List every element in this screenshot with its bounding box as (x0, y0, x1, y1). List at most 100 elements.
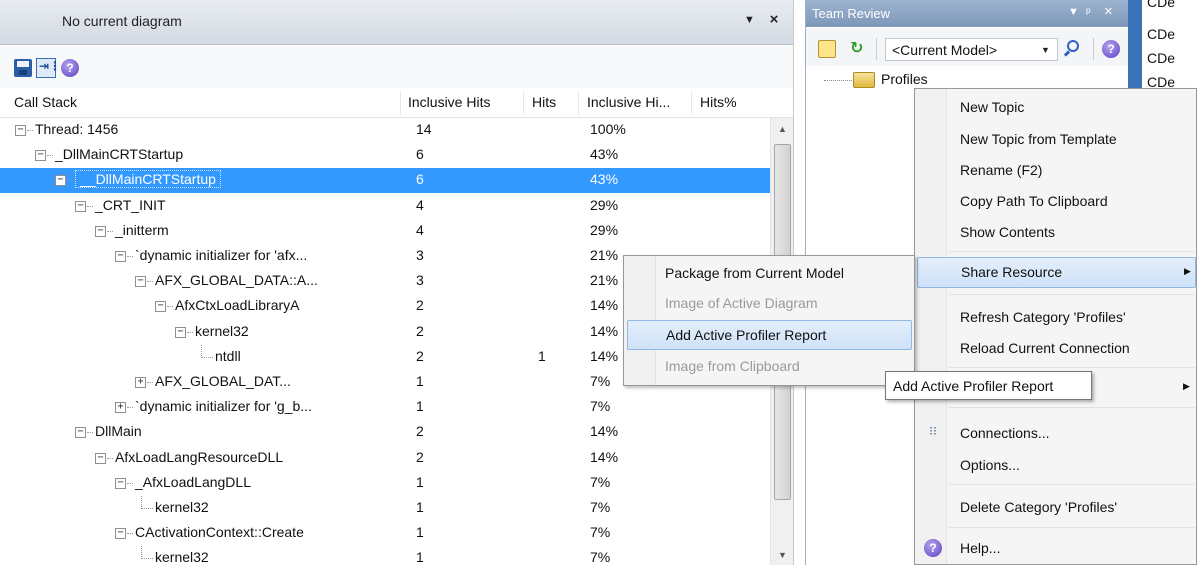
save-button[interactable] (13, 58, 33, 78)
table-row[interactable]: kernel32 1 7% (0, 546, 770, 565)
menu-item-options[interactable]: Options... (917, 451, 1196, 479)
menu-item-copy-path[interactable]: Copy Path To Clipboard (917, 187, 1196, 215)
table-row[interactable]: − Thread: 1456 14 100% (0, 118, 770, 143)
tree-connector (201, 344, 213, 358)
column-divider[interactable] (523, 91, 524, 115)
table-row[interactable]: − _CRT_INIT 4 29% (0, 194, 770, 219)
menu-item-rename[interactable]: Rename (F2) (917, 156, 1196, 184)
panel-menu-dropdown-icon[interactable]: ▼ (744, 14, 758, 28)
column-header-inclusive-hits-pct[interactable]: Inclusive Hi... (587, 94, 670, 110)
pin-icon[interactable]: ᵖ (1086, 5, 1091, 19)
menu-separator (949, 527, 1195, 528)
inclusive-hits-cell: 1 (416, 499, 424, 515)
inclusive-hits-cell: 1 (416, 398, 424, 415)
team-review-title: Team Review (812, 6, 891, 21)
menu-item-share-resource[interactable]: Share Resource ▶ (917, 257, 1196, 288)
table-row[interactable]: − _DllMainCRTStartup 6 43% (0, 143, 770, 168)
menu-item-new-topic[interactable]: New Topic (917, 93, 1196, 121)
column-divider[interactable] (691, 91, 692, 115)
menu-item-show-contents[interactable]: Show Contents (917, 218, 1196, 246)
inclusive-pct-cell: 43% (590, 171, 619, 188)
collapse-icon[interactable]: − (95, 452, 106, 464)
collapse-icon[interactable]: − (35, 150, 46, 162)
scroll-down-icon[interactable]: ▼ (778, 550, 787, 560)
scroll-up-icon[interactable]: ▲ (778, 124, 787, 134)
collapse-icon[interactable]: − (55, 175, 66, 187)
collapse-icon[interactable]: − (115, 251, 126, 262)
menu-separator (949, 407, 1195, 408)
menu-item-delete-category[interactable]: Delete Category 'Profiles' (917, 493, 1196, 521)
collapse-icon[interactable]: − (75, 427, 86, 439)
submenu-arrow-icon: ▶ (1184, 266, 1191, 276)
collapse-icon[interactable]: − (135, 276, 146, 288)
table-row[interactable]: + `dynamic initializer for 'g_b... 1 7% (0, 395, 770, 420)
tree-connector (141, 546, 153, 560)
menu-item-label: Image from Clipboard (665, 358, 800, 374)
inclusive-hits-cell: 2 (416, 322, 424, 339)
inclusive-hits-cell: 4 (416, 196, 424, 213)
table-row[interactable]: − DllMain 2 14% (0, 420, 770, 445)
collapse-icon[interactable]: − (15, 125, 26, 136)
column-divider[interactable] (578, 91, 579, 115)
refresh-icon[interactable]: ↻ (850, 38, 868, 57)
help-button[interactable]: ? (60, 58, 80, 78)
table-row[interactable]: − CActivationContext::Create 1 7% (0, 521, 770, 546)
table-row[interactable]: − _AfxLoadLangDLL 1 7% (0, 471, 770, 496)
submenu-item-add-active-profiler-report[interactable]: Add Active Profiler Report (627, 320, 912, 350)
menu-item-connections[interactable]: ⁝⁝ Connections... (917, 419, 1196, 447)
column-header-inclusive-hits[interactable]: Inclusive Hits (408, 94, 490, 110)
collapse-icon[interactable]: − (95, 225, 106, 237)
model-select[interactable]: <Current Model> ▼ (885, 38, 1058, 61)
tree-view-button[interactable]: ⇥⋮ (36, 58, 61, 78)
menu-item-reload-connection[interactable]: Reload Current Connection (917, 334, 1196, 362)
context-menu: New Topic New Topic from Template Rename… (914, 88, 1197, 565)
submenu-item-package-from-current-model[interactable]: Package from Current Model (627, 259, 912, 289)
menu-separator (949, 367, 1195, 368)
menu-separator (949, 294, 1195, 295)
chevron-down-icon: ▼ (1041, 45, 1050, 55)
inclusive-hits-cell: 2 (416, 448, 424, 465)
call-stack-name: _DllMainCRTStartup (55, 146, 184, 163)
collapse-icon[interactable]: − (175, 326, 186, 338)
table-row[interactable]: kernel32 1 7% (0, 496, 770, 521)
expand-icon[interactable]: + (115, 402, 126, 414)
collapse-icon[interactable]: − (115, 477, 126, 489)
search-handle (1063, 50, 1071, 57)
expand-icon[interactable]: + (135, 377, 146, 388)
adjacent-item[interactable]: CDe (1147, 26, 1175, 42)
inclusive-hits-cell: 14 (416, 121, 432, 137)
call-stack-name: ntdll (215, 347, 241, 364)
tree-view-icon: ⇥⋮ (39, 59, 62, 73)
team-review-dropdown-icon[interactable]: ▼ (1068, 6, 1079, 18)
column-header-hits-pct[interactable]: Hits% (700, 94, 737, 110)
inclusive-hits-cell: 1 (416, 473, 424, 490)
menu-item-label: Show Contents (960, 224, 1055, 240)
menu-item-help[interactable]: ? Help... (917, 534, 1196, 562)
collapse-icon[interactable]: − (115, 528, 126, 540)
panel-close-icon[interactable]: × (766, 11, 782, 29)
column-header-hits[interactable]: Hits (532, 94, 556, 110)
new-topic-icon[interactable] (818, 40, 836, 58)
tree-node-label: Profiles (881, 71, 928, 87)
collapse-icon[interactable]: − (155, 301, 166, 313)
table-row[interactable]: − AfxLoadLangResourceDLL 2 14% (0, 446, 770, 471)
inclusive-pct-cell: 14% (590, 297, 619, 314)
menu-item-label: Connections... (960, 425, 1050, 441)
call-stack-name: kernel32 (155, 549, 209, 565)
inclusive-pct-cell: 7% (590, 549, 611, 565)
team-review-close-icon[interactable]: × (1104, 3, 1113, 20)
column-divider[interactable] (400, 91, 401, 115)
menu-item-new-topic-from-template[interactable]: New Topic from Template (917, 125, 1196, 153)
tooltip-text: Add Active Profiler Report (893, 378, 1054, 394)
search-icon[interactable] (1063, 40, 1081, 58)
table-row[interactable]: − __DllMainCRTStartup 6 43% (0, 168, 770, 194)
table-row[interactable]: − _initterm 4 29% (0, 219, 770, 244)
column-header-call-stack[interactable]: Call Stack (14, 94, 77, 110)
adjacent-item[interactable]: CDe (1147, 0, 1175, 10)
team-review-help-icon[interactable]: ? (1102, 40, 1120, 58)
collapse-icon[interactable]: − (75, 200, 86, 212)
adjacent-item[interactable]: CDe (1147, 50, 1175, 66)
tooltip: Add Active Profiler Report (885, 371, 1092, 400)
tree-connector (147, 281, 153, 283)
menu-item-refresh-category[interactable]: Refresh Category 'Profiles' (917, 303, 1196, 331)
